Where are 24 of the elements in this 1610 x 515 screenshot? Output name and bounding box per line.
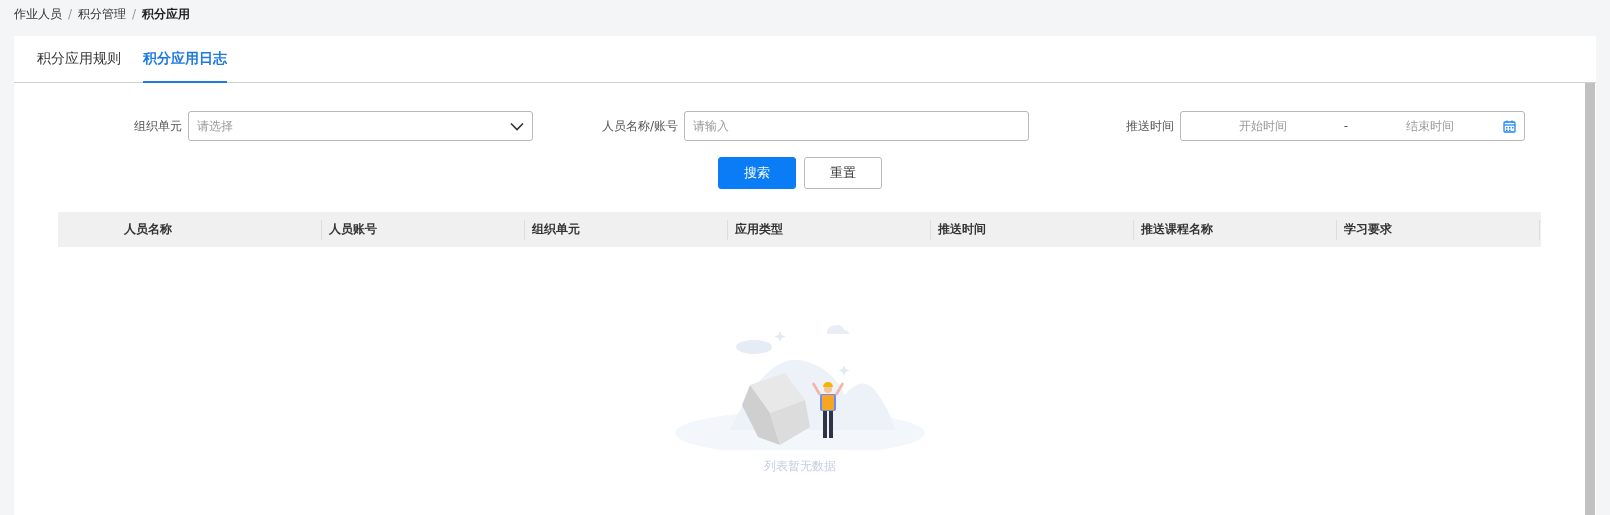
column-header: 人员账号 xyxy=(329,221,377,238)
breadcrumb-separator: / xyxy=(68,7,73,21)
column-header: 学习要求 xyxy=(1344,221,1392,238)
field-label: 组织单元 xyxy=(133,117,182,135)
breadcrumb-current: 积分应用 xyxy=(142,5,191,23)
scrollbar-thumb[interactable] xyxy=(1585,83,1595,515)
column-header: 推送课程名称 xyxy=(1141,221,1213,238)
column-header: 推送时间 xyxy=(938,221,986,238)
search-button[interactable]: 搜索 xyxy=(717,157,796,189)
field-label: 人员名称/账号 xyxy=(600,117,678,135)
breadcrumb-link[interactable]: 作业人员 xyxy=(14,5,62,23)
tab[interactable]: 积分应用规则 xyxy=(37,36,121,83)
date-range-field[interactable]: 开始时间 - 结束时间 xyxy=(1180,111,1525,141)
chevron-down-icon xyxy=(510,121,524,131)
calendar-icon xyxy=(1503,119,1516,133)
breadcrumb-separator: / xyxy=(132,7,137,21)
column-header: 人员名称 xyxy=(124,221,172,238)
field-label: 推送时间 xyxy=(1125,117,1174,135)
tab[interactable]: 积分应用日志 xyxy=(143,36,227,83)
breadcrumb-link[interactable]: 积分管理 xyxy=(78,5,127,23)
column-header: 组织单元 xyxy=(532,221,580,238)
input-field[interactable]: 请输入 xyxy=(684,111,1029,141)
column-header: 应用类型 xyxy=(735,221,783,238)
reset-button[interactable]: 重置 xyxy=(803,157,882,189)
